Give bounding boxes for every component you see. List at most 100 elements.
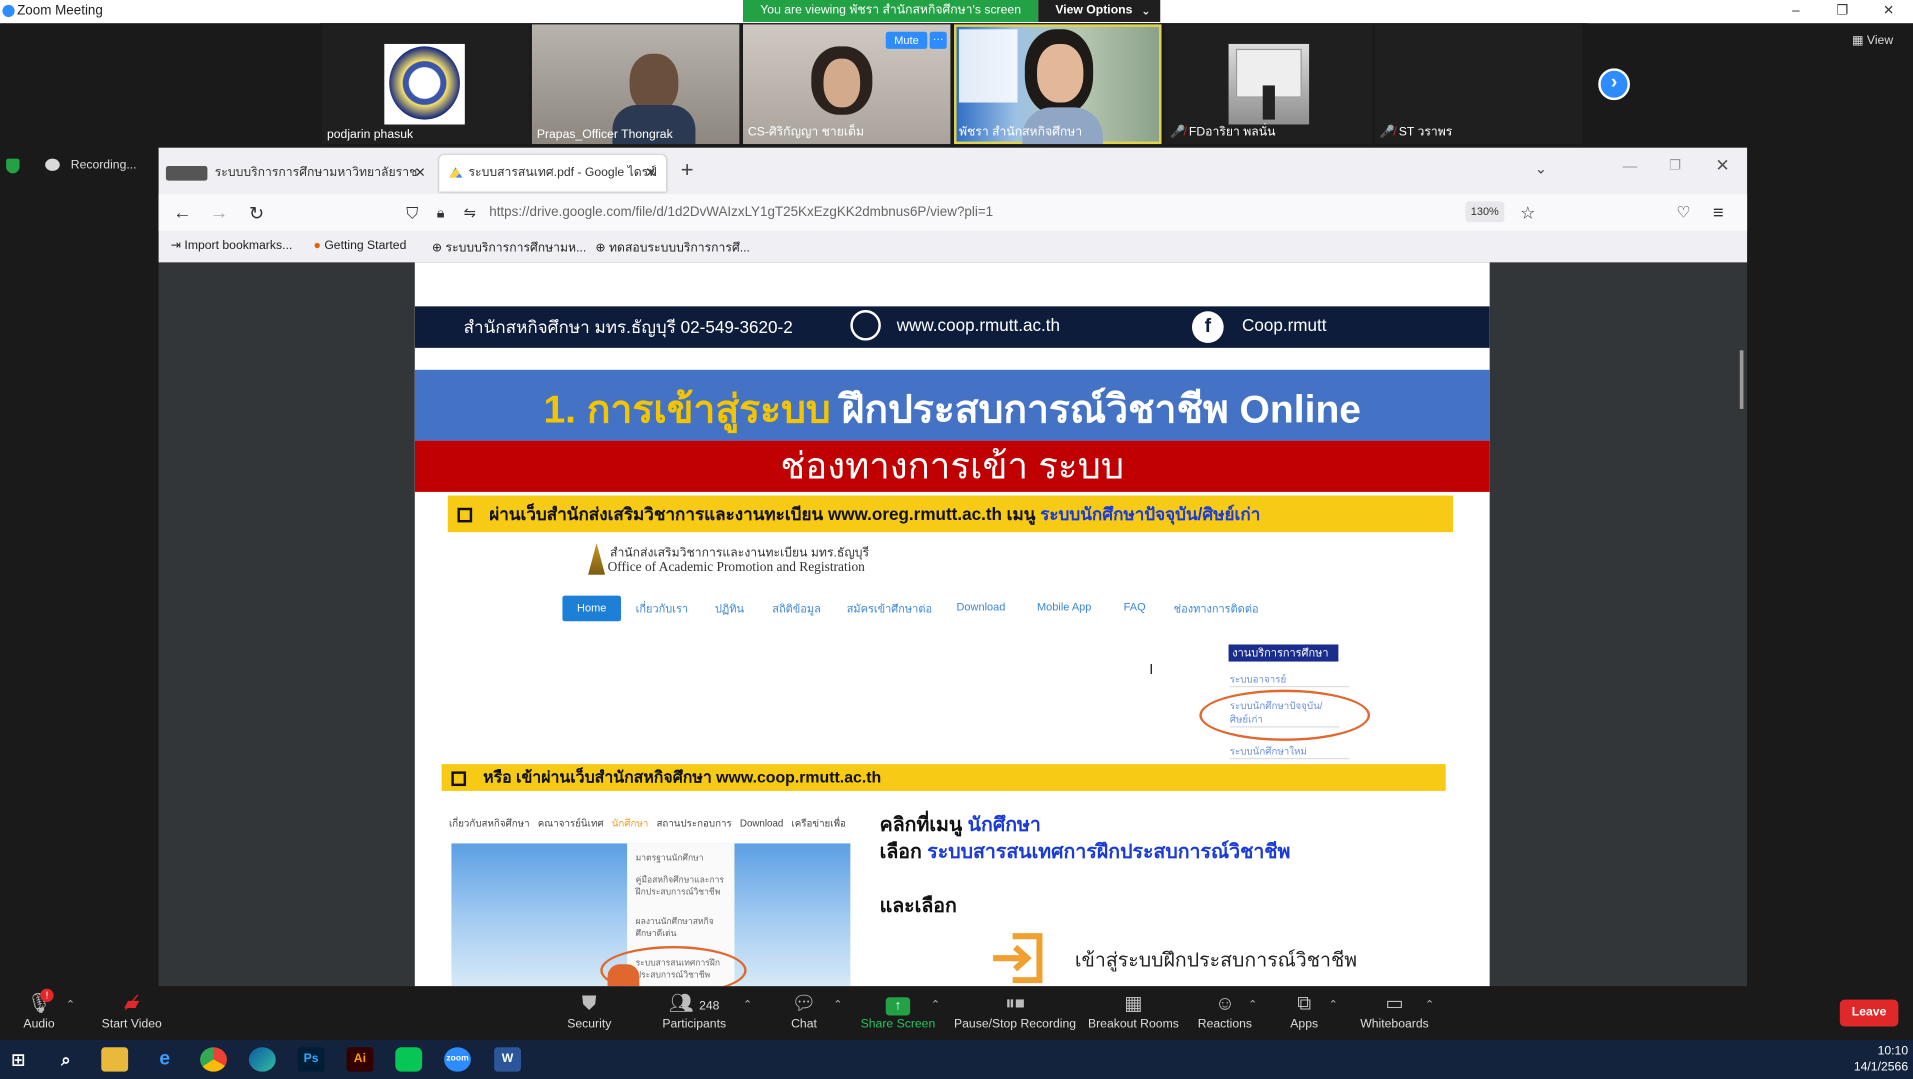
participant-name: 🎤̸ ST วราพร: [1380, 123, 1452, 141]
browser-restore-button[interactable]: ❐: [1669, 157, 1681, 174]
whiteboards-options-caret[interactable]: ⌃: [1425, 998, 1434, 1011]
recording-status[interactable]: Recording...: [71, 159, 137, 172]
bookmark-label: Import bookmarks...: [184, 239, 293, 253]
list-all-tabs-button[interactable]: ⌄: [1535, 160, 1547, 177]
coop-nav-item: คณาจารย์นิเทศ: [537, 817, 604, 829]
viewing-screen-banner: You are viewing พัชรา สำนักสหกิจศึกษา's …: [742, 0, 1039, 22]
import-icon: ⇥: [170, 239, 185, 253]
url-field[interactable]: https://drive.google.com/file/d/1d2DvWAI…: [489, 205, 993, 220]
encryption-shield-icon[interactable]: [6, 158, 20, 174]
tracking-shield-icon[interactable]: ⛉: [406, 204, 418, 224]
highlight-circle: [1199, 689, 1371, 741]
participant-tile[interactable]: 🎤̸ ST วราพร: [1374, 24, 1583, 145]
clock-time: 10:10: [1877, 1044, 1909, 1059]
internet-explorer-icon[interactable]: e: [151, 1047, 178, 1071]
start-video-button[interactable]: ▰̸ Start Video: [77, 991, 187, 1032]
new-tab-button[interactable]: +: [681, 157, 694, 183]
view-options-button[interactable]: View Options ⌄: [1038, 0, 1161, 22]
bookmark-item[interactable]: ⊕ ระบบบริการการศึกษามห...: [432, 239, 586, 257]
participants-count: 248: [699, 999, 720, 1014]
browser-tab-active[interactable]: ระบบสารสนเทศ.pdf - Google ไดรฟ์ ✕: [439, 155, 667, 192]
apps-options-caret[interactable]: ⌃: [1329, 998, 1338, 1011]
participant-name-text: ST วราพร: [1398, 125, 1453, 140]
bookmark-item[interactable]: ⇥ Import bookmarks...: [171, 239, 292, 252]
dropdown-item: คู่มือสหกิจศึกษาและการฝึกประสบการณ์วิชาช…: [635, 876, 725, 898]
coop-nav-item: สถานประกอบการ: [656, 817, 732, 829]
pdf-scrollbar[interactable]: [1739, 350, 1744, 409]
back-arrow-icon[interactable]: ←: [173, 203, 191, 224]
instruction-text: คลิกที่เมนู: [879, 815, 968, 837]
more-options-icon[interactable]: ···: [929, 31, 947, 49]
audio-options-caret[interactable]: ⌃: [66, 998, 75, 1011]
participant-tile[interactable]: 🎤̸ FDอาริยา พลนั่น: [1165, 24, 1373, 145]
participant-tile[interactable]: Prapas_Officer Thongrak: [531, 24, 740, 145]
pause-stop-recording-button[interactable]: ⏸︎⏹︎ Pause/Stop Recording: [942, 991, 1088, 1032]
security-button[interactable]: ⛊ Security: [534, 991, 644, 1032]
zoom-icon[interactable]: zoom: [444, 1047, 471, 1072]
browser-close-button[interactable]: ✕: [1715, 155, 1729, 176]
video-label: Start Video: [101, 1017, 162, 1032]
edge-icon[interactable]: [248, 1047, 276, 1072]
forward-arrow-icon[interactable]: →: [210, 203, 228, 224]
instruction-text: หรือ เข้าผ่านเว็บสำนักสหกิจศึกษา www.coo…: [483, 767, 882, 787]
breakout-label: Breakout Rooms: [1087, 1017, 1179, 1032]
coop-site-nav: เกี่ยวกับสหกิจศึกษา คณาจารย์นิเทศ นักศึก…: [449, 815, 846, 831]
minimize-button[interactable]: –: [1786, 2, 1806, 19]
zoom-level-badge[interactable]: 130%: [1465, 201, 1505, 223]
illustrator-icon[interactable]: Ai: [346, 1047, 374, 1072]
participant-tile-active[interactable]: พัชรา สำนักสหกิจศึกษา: [954, 24, 1162, 145]
participant-name: 🎤̸ FDอาริยา พลนั่น: [1170, 123, 1275, 141]
participant-tile[interactable]: podjarin phasuk: [322, 24, 530, 145]
browser-minimize-button[interactable]: —: [1623, 157, 1638, 174]
clock-date: 14/1/2566: [1853, 1060, 1909, 1075]
bookmark-star-icon[interactable]: ☆: [1520, 203, 1535, 224]
tab-title: ระบบสารสนเทศ.pdf - Google ไดรฟ์: [468, 166, 657, 180]
chevron-down-icon: ⌄: [1141, 4, 1151, 18]
menu-hamburger-icon[interactable]: ≡: [1713, 203, 1724, 224]
oreg-logo-icon: [588, 543, 606, 575]
lock-icon[interactable]: 🔒︎: [437, 204, 445, 222]
coop-nav-item: เกี่ยวกับสหกิจศึกษา: [448, 817, 530, 829]
access-channel-banner: ช่องทางการเข้า ระบบ: [414, 440, 1490, 492]
windows-start-icon[interactable]: ⊞: [5, 1047, 32, 1071]
browser-tab[interactable]: ระบบบริการการศึกษามหาวิทยาลัยราช ✕: [159, 155, 434, 192]
meeting-controls-bar: 🎙︎ Audio ! ⌃ ▰̸ Start Video ⛊ Security 👥︎ 2…: [0, 986, 1913, 1040]
chrome-icon[interactable]: [200, 1047, 227, 1072]
search-icon[interactable]: ⌕: [52, 1047, 79, 1071]
bookmark-item[interactable]: ● Getting Started: [314, 239, 407, 252]
participants-button[interactable]: 👥︎ 248 Participants: [639, 991, 749, 1032]
coop-website: www.coop.rmutt.ac.th: [896, 314, 1060, 335]
pocket-icon[interactable]: ♡: [1676, 203, 1690, 223]
audio-label: Audio: [23, 1017, 55, 1032]
whiteboards-label: Whiteboards: [1360, 1017, 1429, 1032]
photoshop-icon[interactable]: Ps: [297, 1047, 325, 1072]
reload-icon[interactable]: ↻: [249, 203, 264, 225]
clock[interactable]: 10:10 14/1/2566: [1852, 1044, 1908, 1076]
close-tab-icon[interactable]: ✕: [415, 155, 426, 192]
chat-options-caret[interactable]: ⌃: [833, 998, 842, 1011]
shield-icon: ⛊: [581, 993, 597, 1015]
share-options-caret[interactable]: ⌃: [931, 998, 940, 1011]
facebook-page: Coop.rmutt: [1241, 314, 1327, 335]
bookmark-item[interactable]: ⊕ ทดสอบระบบบริการการศึ...: [595, 239, 750, 257]
close-button[interactable]: ✕: [1879, 2, 1899, 19]
section-title-banner: 1. การเข้าสู่ระบบ ฝึกประสบการณ์วิชาชีพ O…: [414, 369, 1490, 441]
login-arrow-icon: [993, 933, 1043, 984]
permissions-icon[interactable]: ⇋: [464, 204, 476, 221]
gallery-next-page-button[interactable]: ›: [1598, 68, 1630, 101]
maximize-button[interactable]: ❐: [1832, 2, 1852, 19]
video-off-icon: ▰̸: [124, 993, 140, 1015]
participant-tile[interactable]: Mute ··· CS-ศิริกัญญา ชายเต็ม: [742, 24, 951, 145]
word-icon[interactable]: W: [494, 1047, 521, 1072]
leave-meeting-button[interactable]: Leave: [1839, 999, 1899, 1027]
bookmark-label: ทดสอบระบบบริการการศึ...: [609, 241, 750, 256]
oreg-nav-item: ปฏิทิน: [714, 602, 745, 616]
coop-nav-item: เครือข่ายเพื่อ: [791, 817, 846, 829]
oreg-nav-item: สมัครเข้าศึกษาต่อ: [846, 602, 933, 616]
view-layout-button[interactable]: ▦ View: [1852, 34, 1893, 47]
mute-participant-button[interactable]: Mute: [885, 31, 928, 49]
highlight-text: ระบบนักศึกษาปัจจุบัน/ศิษย์เก่า: [1040, 504, 1261, 524]
file-explorer-icon[interactable]: [101, 1047, 129, 1072]
line-icon[interactable]: [395, 1047, 423, 1072]
close-tab-icon[interactable]: ✕: [645, 155, 656, 192]
